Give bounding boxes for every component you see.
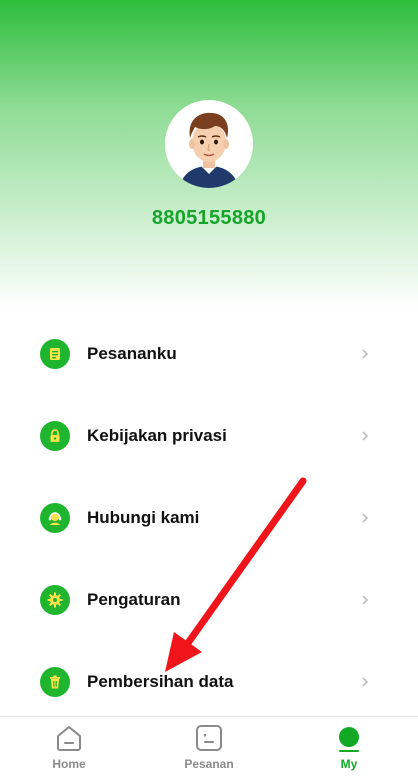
menu-item-label: Pembersihan data: [87, 672, 234, 691]
menu-item-label: Pesananku: [87, 344, 177, 363]
nav-tab-label: Home: [52, 757, 86, 771]
menu-item-label: Pengaturan: [87, 590, 181, 609]
menu-item-hubungi-kami[interactable]: Hubungi kami: [0, 488, 418, 548]
menu-item-label: Hubungi kami: [87, 508, 200, 527]
orders-icon: [196, 725, 222, 751]
user-phone-number: 8805155880: [151, 207, 267, 229]
menu-item-kebijakan-privasi[interactable]: Kebijakan privasi: [0, 406, 418, 466]
nav-tab-home[interactable]: Home: [19, 717, 119, 782]
avatar[interactable]: [165, 100, 253, 188]
menu-item-pembersihan-data[interactable]: Pembersihan data: [0, 652, 418, 712]
privacy-lock-icon: [40, 421, 70, 451]
menu-item-label: Kebijakan privasi: [87, 426, 227, 445]
chevron-right-icon: [362, 595, 369, 605]
profile-dot-icon: [339, 727, 359, 752]
nav-tab-label: My: [340, 757, 358, 771]
settings-gear-icon: [40, 585, 70, 615]
customer-service-icon: [40, 503, 70, 533]
menu-item-pengaturan[interactable]: Pengaturan: [0, 570, 418, 630]
avatar-illustration: [165, 100, 253, 188]
orders-list-icon: [40, 339, 70, 369]
home-icon: [57, 726, 81, 751]
nav-tab-my[interactable]: My: [299, 717, 399, 782]
chevron-right-icon: [362, 431, 369, 441]
bottom-navigation-bar: Home Pesanan My: [0, 716, 418, 782]
chevron-right-icon: [362, 349, 369, 359]
chevron-right-icon: [362, 513, 369, 523]
nav-tab-pesanan[interactable]: Pesanan: [159, 717, 259, 782]
trash-icon: [40, 667, 70, 697]
nav-tab-label: Pesanan: [184, 757, 234, 771]
menu-item-pesananku[interactable]: Pesananku: [0, 324, 418, 384]
chevron-right-icon: [362, 677, 369, 687]
